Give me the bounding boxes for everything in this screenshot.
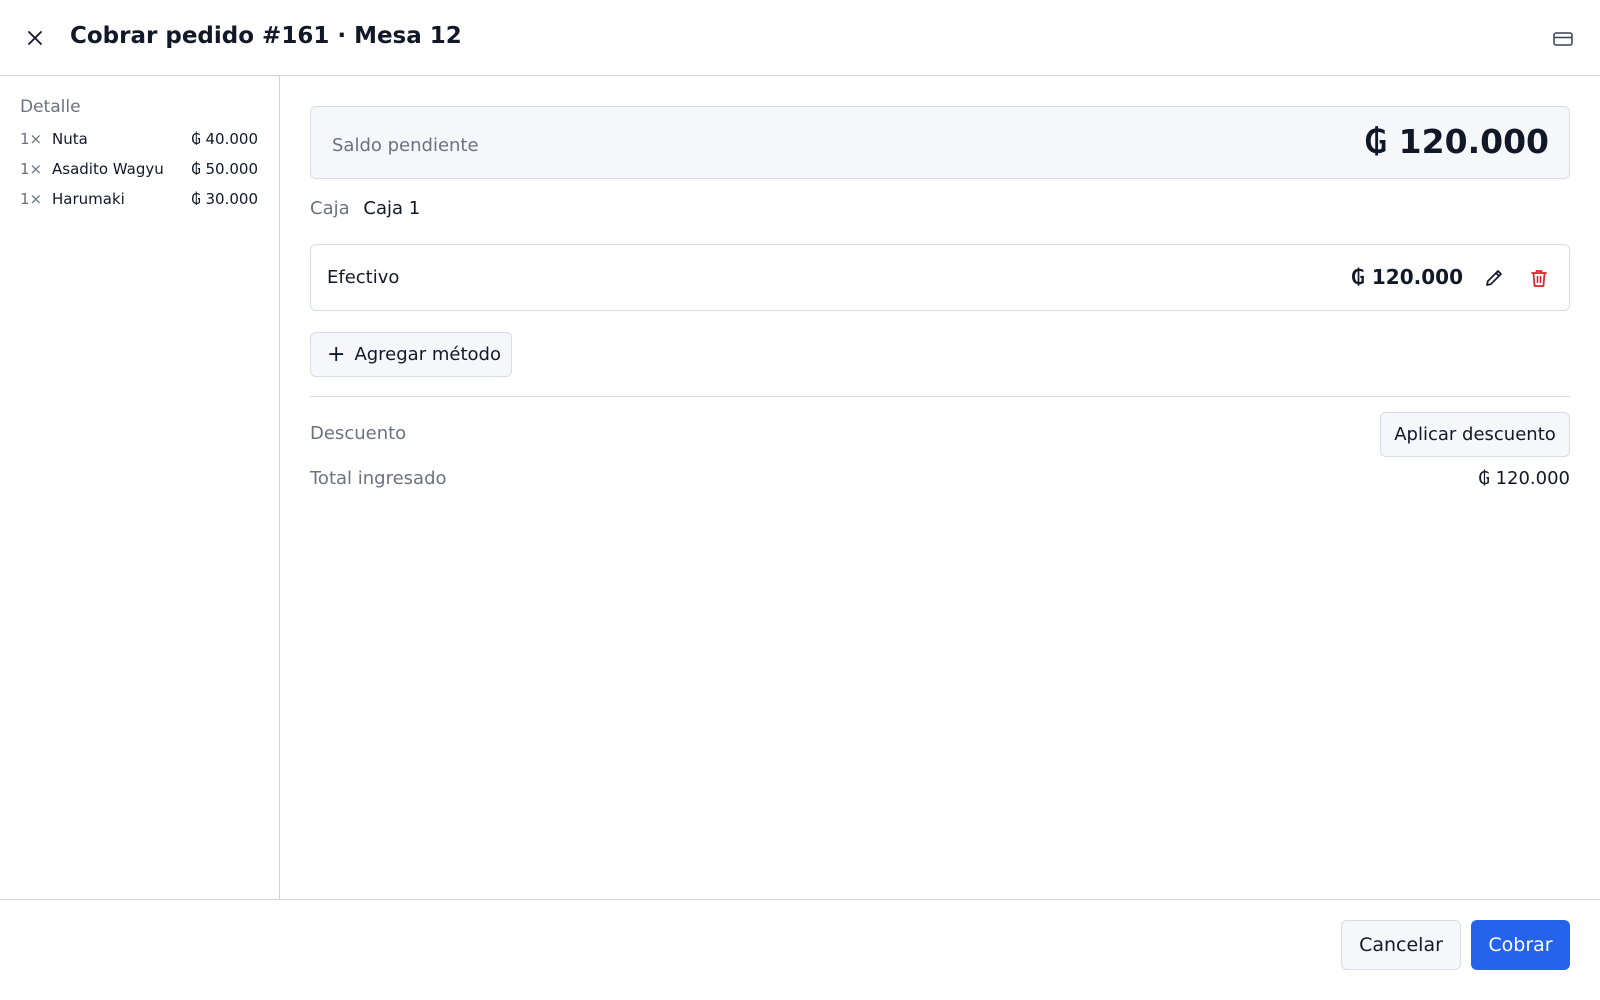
item-quantity: 1× (20, 130, 43, 148)
cash-register-label: Caja (310, 198, 350, 219)
item-name: Asadito Wagyu (52, 160, 164, 178)
payment-method-amount: ₲ 120.000 (1351, 265, 1463, 289)
order-item: 1× Nuta ₲ 40.000 (20, 129, 260, 159)
pencil-icon (1486, 270, 1502, 286)
close-icon (28, 31, 42, 45)
discount-label: Descuento (310, 423, 407, 444)
charge-button[interactable]: Cobrar (1471, 920, 1570, 970)
dialog-header: Cobrar pedido #161 · Mesa 12 (0, 0, 1600, 76)
section-divider (310, 396, 1570, 397)
add-payment-method-button[interactable]: + Agregar método (310, 332, 512, 377)
payment-mode-button[interactable] (1551, 27, 1575, 51)
pending-balance-value: ₲ 120.000 (1364, 122, 1549, 161)
total-entered-value: ₲ 120.000 (1478, 468, 1570, 489)
close-button[interactable] (23, 26, 47, 50)
order-item: 1× Harumaki ₲ 30.000 (20, 189, 260, 219)
order-item: 1× Asadito Wagyu ₲ 50.000 (20, 159, 260, 189)
item-name: Harumaki (52, 190, 125, 208)
dialog-footer: Cancelar Cobrar (0, 899, 1600, 1000)
page-title: Cobrar pedido #161 · Mesa 12 (70, 23, 462, 49)
item-name: Nuta (52, 130, 88, 148)
delete-payment-button[interactable] (1526, 265, 1552, 291)
credit-card-icon (1553, 32, 1573, 46)
total-entered-label: Total ingresado (310, 468, 447, 489)
item-quantity: 1× (20, 160, 43, 178)
item-quantity: 1× (20, 190, 43, 208)
order-detail-sidebar: Detalle 1× Nuta ₲ 40.000 1× Asadito Wagy… (0, 76, 280, 899)
payment-method-row: Efectivo ₲ 120.000 (310, 244, 1570, 311)
plus-icon: + (327, 341, 346, 367)
cash-register: Caja Caja 1 (310, 197, 420, 221)
cancel-button[interactable]: Cancelar (1341, 920, 1461, 970)
pending-balance-box: Saldo pendiente ₲ 120.000 (310, 106, 1570, 179)
edit-payment-button[interactable] (1481, 265, 1507, 291)
pending-balance-label: Saldo pendiente (332, 135, 479, 156)
item-price: ₲ 30.000 (191, 190, 258, 208)
item-price: ₲ 40.000 (191, 130, 258, 148)
trash-icon (1531, 270, 1547, 287)
apply-discount-button[interactable]: Aplicar descuento (1380, 412, 1570, 457)
add-payment-method-label: Agregar método (354, 344, 501, 365)
detail-title: Detalle (20, 97, 81, 117)
item-price: ₲ 50.000 (191, 160, 258, 178)
cash-register-value: Caja 1 (363, 198, 421, 219)
order-items-list: 1× Nuta ₲ 40.000 1× Asadito Wagyu ₲ 50.0… (20, 129, 260, 219)
payment-method-name: Efectivo (327, 267, 400, 288)
